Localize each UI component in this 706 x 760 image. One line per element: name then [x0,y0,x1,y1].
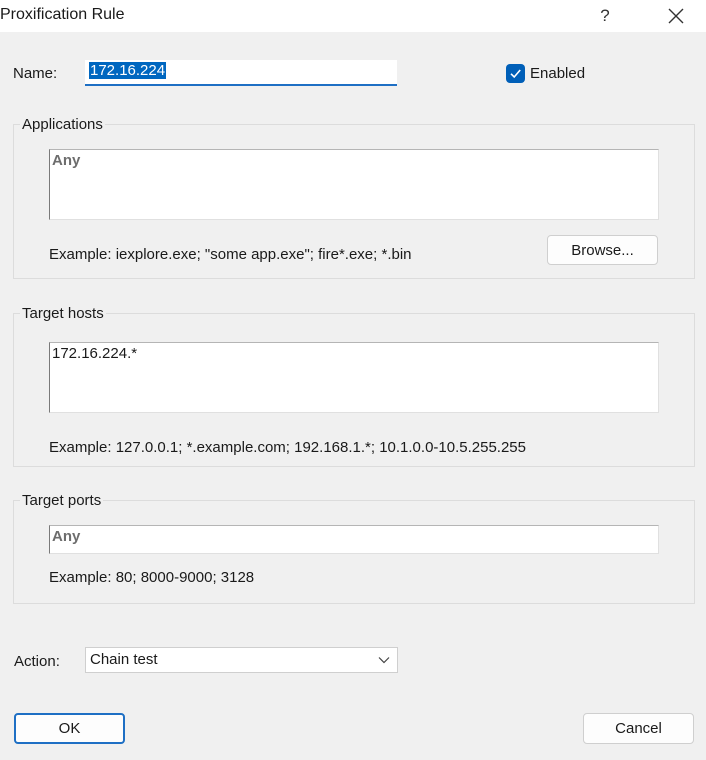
applications-input[interactable]: Any [49,149,659,220]
ok-button[interactable]: OK [14,713,125,744]
cancel-button[interactable]: Cancel [583,713,694,744]
chevron-down-icon [378,657,390,664]
help-button[interactable]: ? [588,2,622,30]
applications-example: Example: iexplore.exe; "some app.exe"; f… [49,246,412,263]
applications-input-value: Any [52,152,81,169]
target-hosts-input-value: 172.16.224.* [52,345,138,362]
name-field-value: 172.16.224 [89,62,167,79]
action-label: Action: [14,653,60,670]
target-hosts-group-title: Target hosts [20,305,106,322]
close-icon [668,8,684,24]
title-bar: Proxification Rule ? [0,0,706,32]
enabled-label[interactable]: Enabled [530,65,585,82]
browse-button[interactable]: Browse... [547,235,658,265]
action-select-value: Chain test [90,651,158,668]
name-field[interactable]: 172.16.224 [85,60,397,86]
target-hosts-example: Example: 127.0.0.1; *.example.com; 192.1… [49,439,526,456]
target-ports-input[interactable]: Any [49,525,659,554]
target-hosts-input[interactable]: 172.16.224.* [49,342,659,413]
cancel-button-label: Cancel [615,720,662,737]
applications-group-title: Applications [20,116,105,133]
close-button[interactable] [656,2,696,30]
target-ports-input-value: Any [52,528,81,545]
enabled-checkbox[interactable] [506,64,525,83]
window-title: Proxification Rule [0,6,125,23]
name-label: Name: [13,65,58,82]
help-icon: ? [600,6,610,25]
checkmark-icon [510,69,521,79]
target-ports-group-title: Target ports [20,492,104,509]
browse-button-label: Browse... [571,241,634,259]
action-select[interactable]: Chain test [85,647,398,673]
target-ports-example: Example: 80; 8000-9000; 3128 [49,569,255,586]
ok-button-label: OK [58,720,81,737]
